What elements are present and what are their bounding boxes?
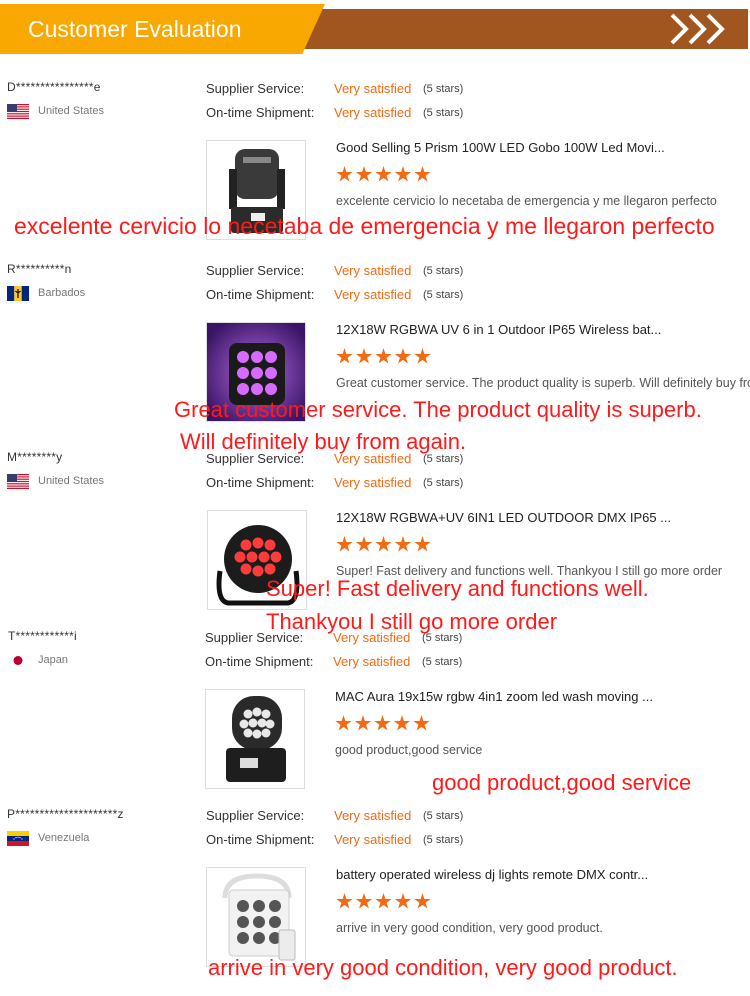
supplier-service-value: Very satisfied [334, 808, 412, 823]
rating-stars [335, 715, 433, 733]
section-title: Customer Evaluation [28, 16, 242, 42]
star-icon [374, 715, 391, 731]
product-title[interactable]: Good Selling 5 Prism 100W LED Gobo 100W … [336, 140, 750, 155]
shipment-label: On-time Shipment: [206, 832, 315, 847]
shipment-label: On-time Shipment: [206, 105, 315, 120]
star-icon [414, 348, 431, 364]
reviewer-country: Venezuela [7, 830, 89, 846]
star-icon [393, 715, 411, 731]
star-icon [414, 166, 431, 182]
flag-venezuela-icon [7, 830, 29, 846]
star-icon [355, 166, 373, 182]
shipment-stars: (5 stars) [423, 107, 464, 119]
review-comment: good product,good service [335, 743, 483, 757]
star-icon [336, 536, 353, 552]
shipment-label: On-time Shipment: [205, 654, 314, 669]
product-title[interactable]: 12X18W RGBWA+UV 6IN1 LED OUTDOOR DMX IP6… [336, 510, 750, 525]
overlay-annotation: Thankyou I still go more order [266, 609, 558, 634]
star-icon [375, 348, 392, 364]
review-comment: arrive in very good condition, very good… [336, 921, 603, 935]
star-icon [375, 536, 392, 552]
overlay-annotation: good product,good service [432, 770, 692, 795]
star-icon [355, 536, 373, 552]
star-icon [413, 715, 430, 731]
star-icon [375, 893, 392, 909]
supplier-service-value: Very satisfied [334, 263, 412, 278]
flag-usa-icon [7, 103, 29, 119]
section-header: Customer Evaluation [0, 0, 750, 60]
star-icon [394, 348, 412, 364]
star-icon [355, 348, 373, 364]
chevron-right-icon[interactable] [668, 12, 730, 46]
star-icon [336, 348, 353, 364]
overlay-annotation: Will definitely buy from again. [180, 429, 467, 454]
overlay-annotation: Super! Fast delivery and functions well. [266, 576, 649, 601]
supplier-service-stars: (5 stars) [423, 83, 464, 95]
supplier-service-stars: (5 stars) [423, 265, 464, 277]
star-icon [414, 536, 431, 552]
reviewer-name: P*********************z [7, 807, 124, 821]
shipment-value: Very satisfied [334, 475, 412, 490]
supplier-service-label: Supplier Service: [206, 81, 305, 96]
shipment-value: Very satisfied [334, 832, 412, 847]
shipment-label: On-time Shipment: [206, 287, 315, 302]
flag-barbados-icon [7, 285, 29, 301]
shipment-stars: (5 stars) [422, 656, 463, 668]
star-icon [394, 166, 412, 182]
star-icon [336, 166, 353, 182]
country-label: Venezuela [38, 832, 90, 844]
star-icon [394, 536, 412, 552]
shipment-stars: (5 stars) [423, 289, 464, 301]
reviewer-country: United States [7, 473, 104, 489]
star-icon [394, 893, 412, 909]
supplier-service-label: Supplier Service: [206, 263, 305, 278]
overlay-annotation: excelente cervicio lo necetaba de emerge… [14, 213, 715, 239]
country-label: United States [38, 105, 105, 117]
flag-japan-icon [7, 652, 29, 668]
reviewer-name: T************i [8, 629, 77, 643]
shipment-value: Very satisfied [334, 287, 412, 302]
product-title[interactable]: battery operated wireless dj lights remo… [336, 867, 750, 882]
reviewer-country: United States [7, 103, 104, 119]
star-icon [375, 166, 392, 182]
review-comment: excelente cervicio lo necetaba de emerge… [336, 194, 717, 208]
rating-stars [336, 893, 434, 911]
star-icon [336, 893, 353, 909]
country-label: United States [38, 475, 105, 487]
flag-usa-icon [7, 473, 29, 489]
supplier-service-value: Very satisfied [334, 81, 412, 96]
overlay-annotation: Great customer service. The product qual… [174, 397, 702, 422]
rating-stars [336, 536, 434, 554]
product-title[interactable]: MAC Aura 19x15w rgbw 4in1 zoom led wash … [335, 689, 749, 704]
product-title[interactable]: 12X18W RGBWA UV 6 in 1 Outdoor IP65 Wire… [336, 322, 750, 337]
reviewer-name: R**********n [7, 262, 72, 276]
country-label: Barbados [38, 287, 86, 299]
shipment-label: On-time Shipment: [206, 475, 315, 490]
rating-stars [336, 166, 434, 184]
reviewer-name: D****************e [7, 80, 101, 94]
country-label: Japan [38, 654, 68, 666]
reviewer-country: Japan [7, 652, 68, 668]
star-icon [414, 893, 431, 909]
shipment-stars: (5 stars) [423, 477, 464, 489]
rating-stars [336, 348, 434, 366]
reviewer-country: Barbados [7, 285, 85, 301]
shipment-stars: (5 stars) [423, 834, 464, 846]
product-thumbnail[interactable] [205, 689, 305, 789]
supplier-service-stars: (5 stars) [423, 810, 464, 822]
star-icon [335, 715, 352, 731]
shipment-value: Very satisfied [333, 654, 411, 669]
star-icon [354, 715, 372, 731]
shipment-value: Very satisfied [334, 105, 412, 120]
review-comment: Great customer service. The product qual… [336, 376, 750, 390]
star-icon [355, 893, 373, 909]
supplier-service-label: Supplier Service: [206, 808, 305, 823]
reviewer-name: M********y [7, 450, 63, 464]
overlay-annotation: arrive in very good condition, very good… [208, 955, 678, 980]
